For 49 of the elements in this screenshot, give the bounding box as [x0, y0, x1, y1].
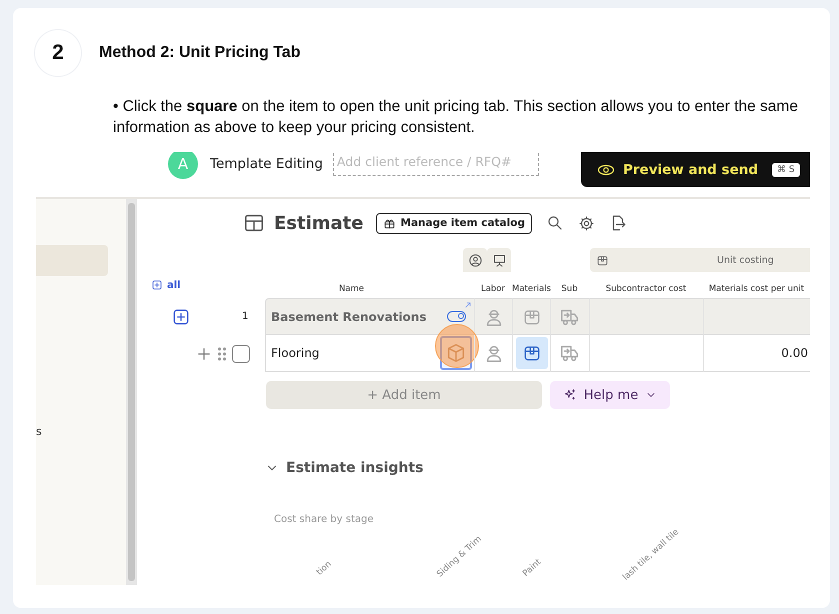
column-header: Materials cost per unit — [708, 284, 806, 294]
table-cell: 0.00 — [703, 335, 810, 372]
shortcut-key: ⌘ S — [772, 162, 800, 176]
add-button[interactable] — [171, 306, 191, 326]
drag-handle[interactable] — [217, 346, 227, 360]
chart-title: Cost share by stage — [274, 514, 374, 525]
help-button[interactable]: Help me — [550, 381, 670, 409]
diagonal-arrow-icon — [463, 300, 473, 310]
section-title: Estimate insights — [286, 460, 424, 476]
scrollbar[interactable] — [126, 199, 137, 585]
materials-button[interactable] — [516, 337, 548, 369]
item-name: Flooring — [265, 335, 438, 372]
search-button[interactable] — [546, 214, 564, 232]
column-header: Labor — [480, 284, 506, 294]
search-icon — [546, 214, 564, 232]
plus-box-icon — [151, 279, 163, 291]
unit-costing-header: Unit costing — [590, 248, 810, 272]
plus-box-icon — [171, 306, 191, 326]
settings-button[interactable] — [578, 214, 595, 232]
step-title: Method 2: Unit Pricing Tab — [99, 44, 300, 62]
column-header: Materials — [512, 284, 550, 294]
expand-all-link[interactable]: all — [151, 279, 181, 291]
toggle-switch[interactable] — [446, 311, 466, 322]
settings-icon — [578, 214, 595, 232]
cube-icon — [445, 342, 467, 364]
sparkle-icon — [562, 388, 577, 402]
avatar: A — [168, 152, 198, 179]
column-header: Sub — [560, 284, 579, 294]
row-checkbox[interactable] — [232, 344, 250, 362]
catalog-button[interactable]: Manage item catalog — [376, 212, 532, 234]
presentation-tab[interactable] — [487, 248, 511, 272]
step-instruction: • Click the square on the item to open the unit pricing tab. This section allows you to enter the same information as above to keep your pricing consistent. — [113, 97, 799, 138]
estimate-title: Estimate — [274, 212, 364, 234]
board-icon — [492, 252, 506, 268]
column-header: Name — [338, 284, 366, 294]
project-title: Template Editing — [210, 155, 323, 174]
axis-label: tion — [314, 559, 334, 578]
person-icon — [468, 252, 482, 268]
column-header: Subcontractor cost — [604, 284, 688, 294]
click-marker — [435, 324, 479, 368]
box-icon — [596, 254, 609, 266]
table-icon — [243, 212, 265, 234]
step-number: 2 — [35, 30, 81, 76]
row-number: 1 — [242, 311, 248, 322]
reference-field[interactable]: Add client reference / RFQ# — [332, 152, 539, 176]
labor-tab[interactable] — [463, 248, 487, 272]
sidebar-text: s — [36, 425, 42, 438]
group-name: Basement Renovations — [265, 298, 438, 335]
preview-button[interactable]: Preview and send ⌘ S — [581, 152, 810, 187]
